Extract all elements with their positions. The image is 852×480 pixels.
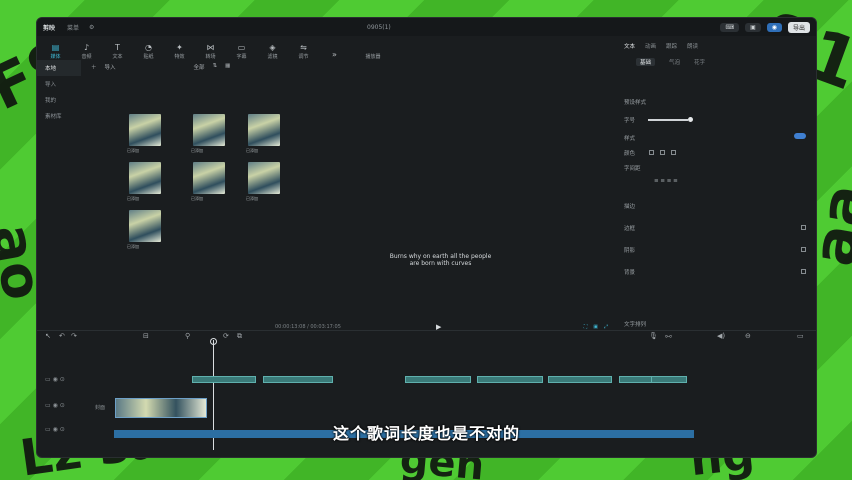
left-nav: 本地 导入 我的 素材库	[37, 60, 81, 330]
shadow-checkbox[interactable]	[801, 247, 806, 252]
shortcut-button[interactable]: ⌨	[720, 22, 740, 32]
filter-dropdown[interactable]: 全部	[194, 63, 205, 71]
text-clip[interactable]	[548, 376, 612, 383]
video-track: ▭ ◉ ⊙ 封面	[37, 398, 816, 420]
media-thumb[interactable]: 已添加	[191, 114, 225, 153]
nav-import[interactable]: 导入	[37, 76, 81, 92]
text-clip[interactable]	[651, 376, 687, 383]
inspector-subtabs: 基础 气泡 花字	[618, 56, 816, 68]
settings-icon[interactable]: ⚙	[89, 24, 94, 31]
loop-icon[interactable]: ⟳	[223, 332, 229, 340]
tab-tracking[interactable]: 跟踪	[666, 42, 677, 50]
size-row: 字号	[624, 118, 636, 124]
color-row: 颜色	[624, 149, 682, 157]
layout-button[interactable]: ▣	[745, 22, 761, 32]
style-toggle[interactable]	[794, 133, 806, 139]
zoom-fit-icon[interactable]: ▭	[797, 332, 804, 340]
window-title: 0905(1)	[367, 23, 391, 31]
inspector-panel: 文本 动画 跟踪 朗读 基础 气泡 花字 预设样式 字号 样式 颜色 字间距 ≡…	[618, 36, 816, 330]
size-slider-knob[interactable]	[688, 117, 693, 122]
sort-icon[interactable]: ⇅	[213, 63, 218, 71]
app-window: 剪映 菜单 ⚙ 0905(1) ⌨ ▣ ◉ 导出 ▤ 媒体 ♪ 音频 T 文本 ◔ 贴纸…	[36, 17, 817, 458]
tab-animation[interactable]: 动画	[645, 42, 656, 50]
text-clip[interactable]	[477, 376, 543, 383]
link-icon[interactable]: ⧟	[665, 332, 672, 341]
media-bar: ＋ 导入 全部 ⇅ ▦	[81, 60, 261, 74]
nav-mine[interactable]: 我的	[37, 92, 81, 108]
border-checkbox[interactable]	[801, 225, 806, 230]
split-icon[interactable]: ⊟	[143, 332, 149, 340]
background-checkbox[interactable]	[801, 269, 806, 274]
effect-icon: ✦	[176, 43, 183, 52]
video-track-controls[interactable]: ▭ ◉ ⊙	[45, 402, 65, 409]
text-icon: T	[115, 43, 120, 52]
tab-read[interactable]: 朗读	[687, 42, 698, 50]
undo-icon[interactable]: ↶	[59, 332, 65, 340]
sticker-icon: ◔	[145, 43, 152, 52]
player-lyric: Burns why on earth all the people are bo…	[389, 253, 492, 267]
text-clip[interactable]	[192, 376, 256, 383]
import-icon[interactable]: ＋	[91, 63, 97, 71]
tool-subtitle[interactable]: ▭ 字幕	[229, 43, 254, 60]
player-panel: Burns why on earth all the people are bo…	[263, 48, 618, 331]
media-icon: ▤	[51, 43, 60, 52]
tool-effect[interactable]: ✦ 特效	[167, 43, 192, 60]
menu-button[interactable]: 菜单	[67, 23, 79, 32]
size-slider[interactable]	[648, 119, 688, 121]
mic-icon[interactable]: ⚲	[185, 332, 190, 340]
select-icon[interactable]: ↖	[45, 332, 51, 340]
grid-view-icon[interactable]: ▦	[225, 63, 230, 71]
inspector-tabs: 文本 动画 跟踪 朗读	[618, 36, 816, 56]
snap-icon[interactable]: ⧉	[237, 332, 242, 341]
redo-icon[interactable]: ↷	[71, 332, 77, 340]
mic-record-icon[interactable]: 🎙	[649, 332, 658, 340]
tool-audio[interactable]: ♪ 音频	[74, 43, 99, 60]
style-row: 样式	[624, 136, 636, 142]
preset-row: 预设样式	[624, 100, 647, 106]
media-thumb[interactable]: 已添加	[127, 162, 161, 201]
text-track: ▭ ◉ ⊙	[37, 376, 816, 386]
tool-text[interactable]: T 文本	[105, 43, 130, 60]
volume-icon[interactable]: ◀)	[717, 332, 725, 340]
subtab-bubble[interactable]: 气泡	[669, 58, 680, 66]
timeline-toolbar: ↖ ↶ ↷ ⊟ ⚲ ⟳ ⧉ 🎙 ⧟ ◀) ⊖ ▭	[37, 331, 816, 345]
align-row: ≡ ≡ ≡ ≡	[654, 178, 678, 184]
zoom-out-icon[interactable]: ⊖	[745, 332, 751, 340]
media-thumb[interactable]: 已添加	[127, 210, 161, 249]
overlay-subtitle: 这个歌词长度也是不对的	[332, 424, 520, 443]
tool-transition[interactable]: ⋈ 转场	[198, 43, 223, 60]
video-clip[interactable]	[115, 398, 207, 418]
export-button[interactable]: 导出	[787, 21, 810, 33]
stroke-row: 描边	[624, 204, 636, 210]
cover-label: 封面	[95, 405, 106, 411]
tool-media[interactable]: ▤ 媒体	[43, 43, 68, 60]
text-clip[interactable]	[263, 376, 333, 383]
subtab-fancy[interactable]: 花字	[694, 58, 705, 66]
title-bar: 剪映 菜单 ⚙ 0905(1) ⌨ ▣ ◉ 导出	[37, 18, 816, 36]
subtitle-icon: ▭	[237, 43, 246, 52]
text-clip[interactable]	[405, 376, 471, 383]
transition-icon: ⋈	[206, 43, 215, 52]
background-row: 背景	[624, 270, 636, 276]
import-button[interactable]: 导入	[105, 63, 116, 71]
media-thumb[interactable]: 已添加	[127, 114, 161, 153]
audio-icon: ♪	[83, 43, 90, 52]
subtab-basic[interactable]: 基础	[636, 58, 656, 66]
nav-library[interactable]: 素材库	[37, 108, 81, 124]
nav-local[interactable]: 本地	[37, 60, 81, 76]
spacing-row: 字间距	[624, 166, 641, 172]
layout-row: 文字排列	[624, 322, 647, 328]
media-panel: ＋ 导入 全部 ⇅ ▦ 已添加 已添加 已添加 已添加 已添加 已添加 已添加	[81, 60, 280, 330]
track-lock-icon[interactable]: ▭ ◉ ⊙	[45, 376, 65, 383]
app-brand: 剪映	[43, 24, 56, 32]
border-row: 边框	[624, 226, 636, 232]
tool-sticker[interactable]: ◔ 贴纸	[136, 43, 161, 60]
media-thumb[interactable]: 已添加	[191, 162, 225, 201]
share-button[interactable]: ◉	[766, 22, 782, 32]
tab-text[interactable]: 文本	[624, 42, 635, 50]
shadow-row: 阴影	[624, 248, 636, 254]
